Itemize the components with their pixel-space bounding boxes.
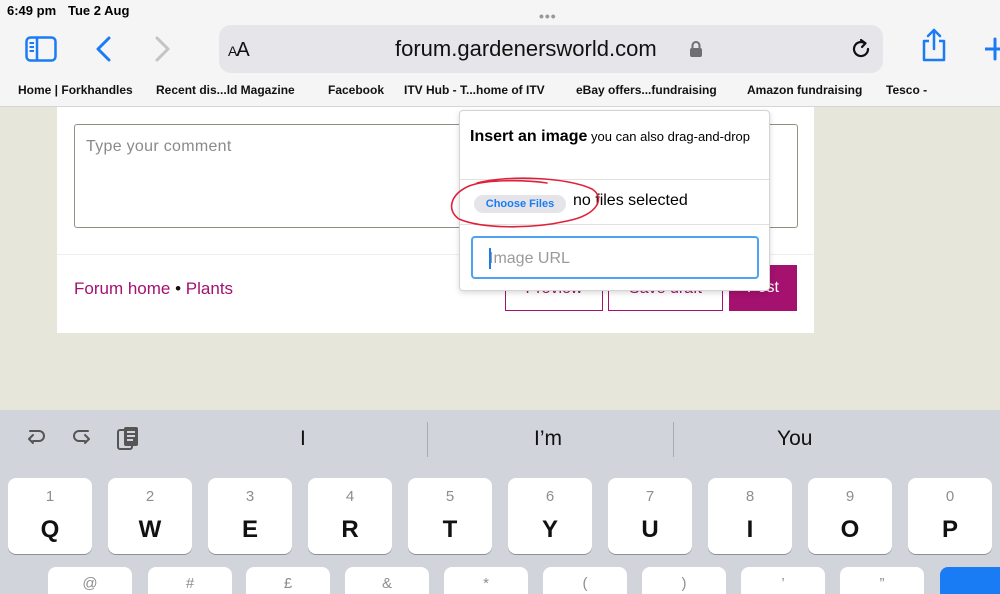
bookmark-item[interactable]: Recent dis...ld Magazine bbox=[156, 83, 295, 97]
key-o[interactable]: 9O bbox=[808, 478, 892, 554]
bookmark-item[interactable]: eBay offers...fundraising bbox=[576, 83, 717, 97]
key-quote[interactable]: ” bbox=[840, 567, 924, 594]
bookmark-item[interactable]: Tesco - bbox=[886, 83, 927, 97]
bookmark-item[interactable]: Amazon fundraising bbox=[747, 83, 862, 97]
reload-icon[interactable] bbox=[849, 37, 873, 66]
onscreen-keyboard: I I’m You 1Q 2W 3E 4R 5T 6Y 7U 8I 9O 0P … bbox=[0, 410, 1000, 594]
key-r[interactable]: 4R bbox=[308, 478, 392, 554]
paste-icon[interactable] bbox=[116, 426, 140, 457]
annotation-circle bbox=[450, 177, 600, 228]
comment-placeholder: Type your comment bbox=[86, 138, 232, 155]
redo-icon[interactable] bbox=[70, 426, 94, 455]
popover-subtitle: you can also drag-and-drop bbox=[591, 129, 750, 144]
multitask-dots[interactable]: ••• bbox=[539, 8, 557, 24]
url-text[interactable]: forum.gardenersworld.com bbox=[395, 36, 657, 62]
key-apostrophe[interactable]: ’ bbox=[741, 567, 825, 594]
key-q[interactable]: 1Q bbox=[8, 478, 92, 554]
status-date: Tue 2 Aug bbox=[68, 3, 130, 18]
suggestion-2[interactable]: I’m bbox=[534, 427, 562, 451]
image-url-input[interactable]: Image URL bbox=[471, 236, 759, 279]
key-pound[interactable]: £ bbox=[246, 567, 330, 594]
key-p[interactable]: 0P bbox=[908, 478, 992, 554]
bookmark-item[interactable]: ITV Hub - T...home of ITV bbox=[404, 83, 545, 97]
suggestion-1[interactable]: I bbox=[300, 427, 306, 451]
key-open-paren[interactable]: ( bbox=[543, 567, 627, 594]
suggestion-divider bbox=[427, 422, 428, 457]
back-icon[interactable] bbox=[92, 33, 114, 65]
suggestion-3[interactable]: You bbox=[777, 427, 812, 451]
undo-icon[interactable] bbox=[24, 426, 48, 455]
bookmark-item[interactable]: Facebook bbox=[328, 83, 384, 97]
key-asterisk[interactable]: * bbox=[444, 567, 528, 594]
sidebar-icon[interactable] bbox=[24, 33, 58, 65]
lock-icon bbox=[689, 40, 703, 63]
breadcrumb-separator: • bbox=[175, 279, 182, 298]
share-icon[interactable] bbox=[918, 28, 950, 62]
breadcrumb: Forum home • Plants bbox=[74, 279, 233, 299]
key-ampersand[interactable]: & bbox=[345, 567, 429, 594]
key-e[interactable]: 3E bbox=[208, 478, 292, 554]
browser-toolbar: 6:49 pm Tue 2 Aug ••• AA forum.gardeners… bbox=[0, 0, 1000, 107]
forward-icon[interactable] bbox=[152, 33, 174, 65]
image-url-placeholder: Image URL bbox=[489, 250, 570, 267]
reader-button[interactable]: AA bbox=[228, 39, 250, 62]
key-u[interactable]: 7U bbox=[608, 478, 692, 554]
popover-heading: Insert an image you can also drag-and-dr… bbox=[470, 125, 765, 148]
key-y[interactable]: 6Y bbox=[508, 478, 592, 554]
return-key[interactable] bbox=[940, 567, 1000, 594]
key-hash[interactable]: # bbox=[148, 567, 232, 594]
new-tab-icon[interactable] bbox=[985, 33, 1000, 65]
address-bar[interactable]: AA forum.gardenersworld.com bbox=[219, 25, 883, 73]
bookmarks-bar: Home | Forkhandles Recent dis...ld Magaz… bbox=[0, 83, 1000, 101]
breadcrumb-forum-home[interactable]: Forum home bbox=[74, 279, 170, 298]
key-at[interactable]: @ bbox=[48, 567, 132, 594]
status-time: 6:49 pm bbox=[7, 3, 57, 18]
suggestion-divider bbox=[673, 422, 674, 457]
key-t[interactable]: 5T bbox=[408, 478, 492, 554]
bookmark-item[interactable]: Home | Forkhandles bbox=[18, 83, 133, 97]
key-close-paren[interactable]: ) bbox=[642, 567, 726, 594]
popover-title: Insert an image bbox=[470, 128, 588, 145]
key-i[interactable]: 8I bbox=[708, 478, 792, 554]
key-w[interactable]: 2W bbox=[108, 478, 192, 554]
text-caret bbox=[489, 248, 491, 269]
breadcrumb-plants[interactable]: Plants bbox=[186, 279, 233, 298]
